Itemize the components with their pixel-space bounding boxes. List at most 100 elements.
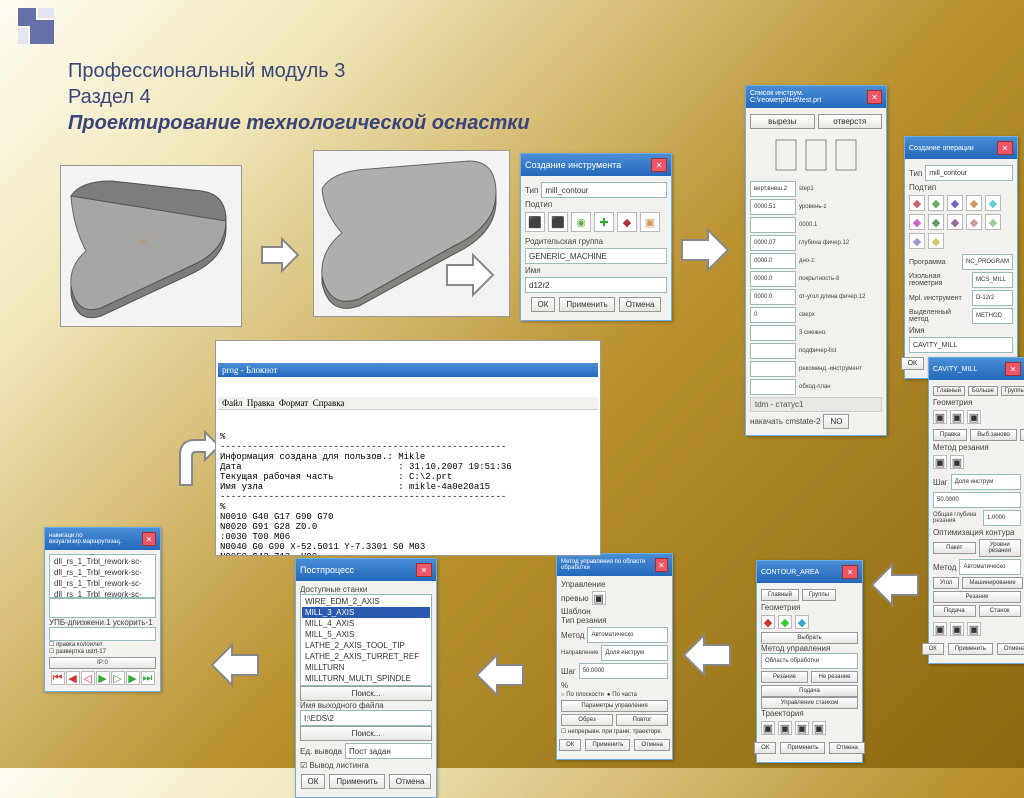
step-fwd-icon[interactable]: ▷	[111, 671, 125, 685]
traj-icon[interactable]: ▣	[967, 622, 981, 636]
slider-area[interactable]	[49, 598, 156, 618]
apply-button[interactable]: Применить	[559, 297, 614, 312]
geom-icon[interactable]: ◆	[778, 615, 792, 629]
close-icon[interactable]: ✕	[655, 558, 668, 572]
tool-icon[interactable]: ◆	[617, 212, 637, 232]
traj-icon[interactable]: ▣	[761, 721, 775, 735]
close-icon[interactable]: ✕	[142, 532, 156, 546]
tool-icon[interactable]: ◉	[571, 212, 591, 232]
close-icon[interactable]: ✕	[416, 563, 432, 577]
machine-list[interactable]: WIRE_EDM_2_AXISMILL_3_AXISMILL_4_AXISMIL…	[300, 594, 432, 686]
tab-cuts[interactable]: вырезы	[750, 114, 815, 129]
machine-button[interactable]: Станок	[979, 605, 1022, 617]
tool-icon[interactable]: ⬛	[525, 212, 545, 232]
tool-icon[interactable]: ✚	[594, 212, 614, 232]
tool-icon[interactable]: ⬛	[548, 212, 568, 232]
area-step-field[interactable]: 50.0000	[579, 663, 668, 679]
reselect-button[interactable]: Выб.заново	[970, 429, 1017, 441]
method-icon[interactable]: ▣	[950, 455, 964, 469]
levels-button[interactable]: Уровни резания	[979, 539, 1022, 557]
fwd-icon[interactable]: ▶	[126, 671, 140, 685]
ok-button[interactable]: ОК	[901, 357, 925, 370]
type-field[interactable]: mill_contour	[925, 165, 1013, 181]
method-field[interactable]: METHOD	[972, 308, 1013, 324]
repeat-button[interactable]: Повтог	[616, 714, 668, 726]
apply-button[interactable]: Применить	[585, 739, 630, 751]
direction-field[interactable]: Доля инструм	[601, 645, 668, 661]
tab-groups[interactable]: Группы	[1001, 386, 1024, 396]
op-icon[interactable]: ◆	[966, 214, 982, 230]
machining-button[interactable]: Машинирование	[962, 577, 1022, 589]
cancel-button[interactable]: Отмена	[619, 297, 662, 312]
apply-button[interactable]: Применить	[780, 742, 825, 754]
slider2[interactable]	[49, 627, 156, 641]
ok-button[interactable]: ОК	[754, 742, 776, 754]
cut-button[interactable]: Резание	[761, 671, 808, 683]
parent-group-field[interactable]: GENERIC_MACHINE	[525, 248, 667, 264]
cancel-button[interactable]: Отмена	[829, 742, 865, 754]
ok-button[interactable]: ОК	[301, 774, 326, 789]
op-icon[interactable]: ◆	[947, 195, 963, 211]
noncut-button[interactable]: Не резание	[811, 671, 858, 683]
edit-button[interactable]: Правка	[933, 429, 967, 441]
feed-button[interactable]: Подача	[761, 685, 858, 697]
op-icon[interactable]: ◆	[928, 214, 944, 230]
op-icon[interactable]: ◆	[947, 214, 963, 230]
ok-button[interactable]: ОК	[922, 643, 944, 655]
op-icon[interactable]: ◆	[928, 195, 944, 211]
op-icon[interactable]: ◆	[909, 195, 925, 211]
browse-button[interactable]: Поиск...	[300, 686, 432, 701]
output-file-field[interactable]: I:\EDS\2	[300, 710, 432, 726]
back-icon[interactable]: ◀	[66, 671, 80, 685]
opt2-checkbox[interactable]: ☐	[49, 649, 54, 655]
close-icon[interactable]: ✕	[842, 565, 858, 579]
step-field[interactable]: Доля инструм	[951, 474, 1021, 490]
ip-button[interactable]: IP:0	[49, 657, 156, 669]
corner-button[interactable]: Угол	[933, 577, 959, 589]
traj-icon[interactable]: ▣	[950, 622, 964, 636]
program-field[interactable]: NC_PROGRAM	[962, 254, 1013, 270]
apply-button[interactable]: Применить	[329, 774, 384, 789]
geom-icon[interactable]: ▣	[967, 410, 981, 424]
play-icon[interactable]: ▶	[96, 671, 110, 685]
tool-field[interactable]: D-12r2	[972, 290, 1013, 306]
op-icon[interactable]: ◆	[966, 195, 982, 211]
trim-button[interactable]: Обрез	[561, 714, 613, 726]
cancel-button[interactable]: Отмена	[997, 643, 1024, 655]
units-field[interactable]: Пост задан	[345, 743, 432, 759]
tab-holes[interactable]: отверстя	[818, 114, 883, 129]
geom-icon[interactable]: ▣	[933, 410, 947, 424]
cancel-button[interactable]: Отмена	[389, 774, 432, 789]
notepad-menu[interactable]: Файл Правка Формат Справка	[218, 397, 598, 410]
close-icon[interactable]: ✕	[997, 141, 1013, 155]
geom-icon[interactable]: ◆	[795, 615, 809, 629]
depth-field[interactable]: 1.0000	[983, 510, 1021, 526]
tool-icon[interactable]: ▣	[640, 212, 660, 232]
op-icon[interactable]: ◆	[928, 233, 944, 249]
tab-main[interactable]: Главный	[933, 386, 965, 396]
opname-field[interactable]: CAVITY_MILL	[909, 337, 1013, 353]
close-icon[interactable]: ✕	[1005, 362, 1021, 376]
method-icon[interactable]: ▣	[933, 455, 947, 469]
ok-button[interactable]: ОК	[559, 739, 581, 751]
browse2-button[interactable]: Поиск...	[300, 726, 432, 741]
close-icon[interactable]: ✕	[867, 90, 882, 104]
feed-button[interactable]: Подача	[933, 605, 976, 617]
ok-button[interactable]: ОК	[531, 297, 556, 312]
tab-groups[interactable]: Группы	[802, 589, 836, 601]
traj-icon[interactable]: ▣	[812, 721, 826, 735]
rewind-icon[interactable]: ⏮	[51, 671, 65, 685]
geom-icon[interactable]: ▣	[950, 410, 964, 424]
traj-icon[interactable]: ▣	[933, 622, 947, 636]
op-icon[interactable]: ◆	[985, 214, 1001, 230]
select-button[interactable]: Выбрать	[761, 632, 858, 644]
area-method-field[interactable]: Автоматическо	[587, 627, 668, 643]
cut-button[interactable]: Резание	[933, 591, 1021, 603]
type-field[interactable]: mill_contour	[541, 182, 667, 198]
step-pct[interactable]: 50.0000	[933, 492, 1021, 508]
show-button[interactable]: Показать	[1020, 429, 1024, 441]
traj-icon[interactable]: ▣	[778, 721, 792, 735]
path-list[interactable]: dll_rs_1_Trbl_rework-sc-dll_rs_1_Trbl_re…	[49, 554, 156, 598]
listing-checkbox[interactable]: ☑	[300, 761, 307, 770]
name-field[interactable]: d12r2	[525, 277, 667, 293]
